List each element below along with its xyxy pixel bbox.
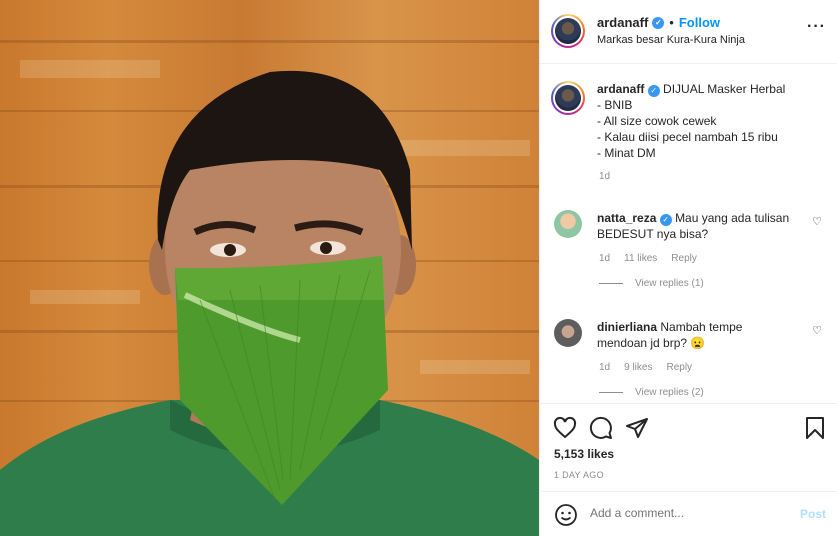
post-location[interactable]: Markas besar Kura-Kura Ninja [597, 34, 745, 46]
caption-line: - BNIB [597, 98, 633, 112]
photo-illustration [0, 40, 539, 536]
replies-divider [599, 392, 623, 393]
author-avatar[interactable] [551, 14, 585, 48]
commenter-avatar[interactable] [554, 210, 582, 238]
comment-input[interactable] [590, 506, 780, 520]
comment-item: dinierliana Nambah tempe mendoan jd brp?… [554, 319, 834, 398]
comment-time[interactable]: 1d [599, 253, 610, 264]
action-bar: 5,153 likes 1 DAY AGO [540, 403, 837, 491]
comments-list[interactable]: ardanaff ✓ DIJUAL Masker Herbal - BNIB -… [540, 65, 837, 403]
comment-item: natta_reza ✓ Mau yang ada tulisan BEDESU… [554, 210, 834, 289]
caption-line: DIJUAL Masker Herbal [663, 82, 786, 96]
verified-icon: ✓ [652, 16, 665, 29]
post-time[interactable]: 1 DAY AGO [554, 470, 604, 480]
caption-username[interactable]: ardanaff [597, 82, 644, 96]
post-photo[interactable] [0, 0, 539, 536]
comment-likes[interactable]: 9 likes [624, 362, 652, 373]
post-header: ardanaff ✓ • Follow Markas besar Kura-Ku… [540, 0, 837, 64]
commenter-avatar[interactable] [554, 319, 582, 347]
caption-body: ardanaff ✓ DIJUAL Masker Herbal - BNIB -… [597, 81, 831, 161]
comment-text: dinierliana Nambah tempe mendoan jd brp?… [597, 319, 793, 351]
comment-icon[interactable] [589, 416, 613, 440]
view-replies-label: View replies (2) [635, 387, 704, 398]
comment-time[interactable]: 1d [599, 362, 610, 373]
view-replies-label: View replies (1) [635, 278, 704, 289]
caption-line: - Kalau diisi pecel nambah 15 ribu [597, 130, 778, 144]
caption-line: - All size cowok cewek [597, 114, 717, 128]
post-button[interactable]: Post [800, 507, 826, 521]
more-icon[interactable]: ··· [807, 18, 826, 36]
caption-line: - Minat DM [597, 146, 656, 160]
comment-meta: 1d 11 likes Reply [599, 253, 834, 264]
reply-button[interactable]: Reply [666, 362, 692, 373]
caption: ardanaff ✓ DIJUAL Masker Herbal - BNIB -… [551, 81, 831, 182]
bookmark-icon[interactable] [803, 416, 827, 440]
likes-count[interactable]: 5,153 likes [554, 447, 614, 461]
comment-heart-icon[interactable]: ♡ [812, 215, 822, 228]
comment-username[interactable]: dinierliana [597, 320, 657, 334]
comment-likes[interactable]: 11 likes [624, 253, 657, 264]
comment-composer: Post [540, 491, 837, 536]
caption-avatar[interactable] [551, 81, 585, 115]
verified-icon: ✓ [659, 214, 672, 226]
caption-time[interactable]: 1d [599, 171, 831, 182]
heart-icon[interactable] [553, 416, 577, 440]
comment-meta: 1d 9 likes Reply [599, 362, 834, 373]
emoji-icon[interactable] [554, 503, 578, 527]
comment-heart-icon[interactable]: ♡ [812, 324, 822, 337]
follow-button[interactable]: Follow [679, 15, 720, 30]
reply-button[interactable]: Reply [671, 253, 697, 264]
author-line: ardanaff ✓ • Follow [597, 15, 720, 30]
replies-divider [599, 283, 623, 284]
view-replies-button[interactable]: View replies (2) [599, 387, 834, 398]
author-username[interactable]: ardanaff [597, 15, 648, 30]
comment-username[interactable]: natta_reza [597, 211, 656, 225]
view-replies-button[interactable]: View replies (1) [599, 278, 834, 289]
verified-icon: ✓ [647, 85, 660, 97]
separator-dot: • [669, 15, 674, 30]
comment-text: natta_reza ✓ Mau yang ada tulisan BEDESU… [597, 210, 793, 242]
share-icon[interactable] [625, 416, 649, 440]
post-side-panel: ardanaff ✓ • Follow Markas besar Kura-Ku… [539, 0, 837, 536]
